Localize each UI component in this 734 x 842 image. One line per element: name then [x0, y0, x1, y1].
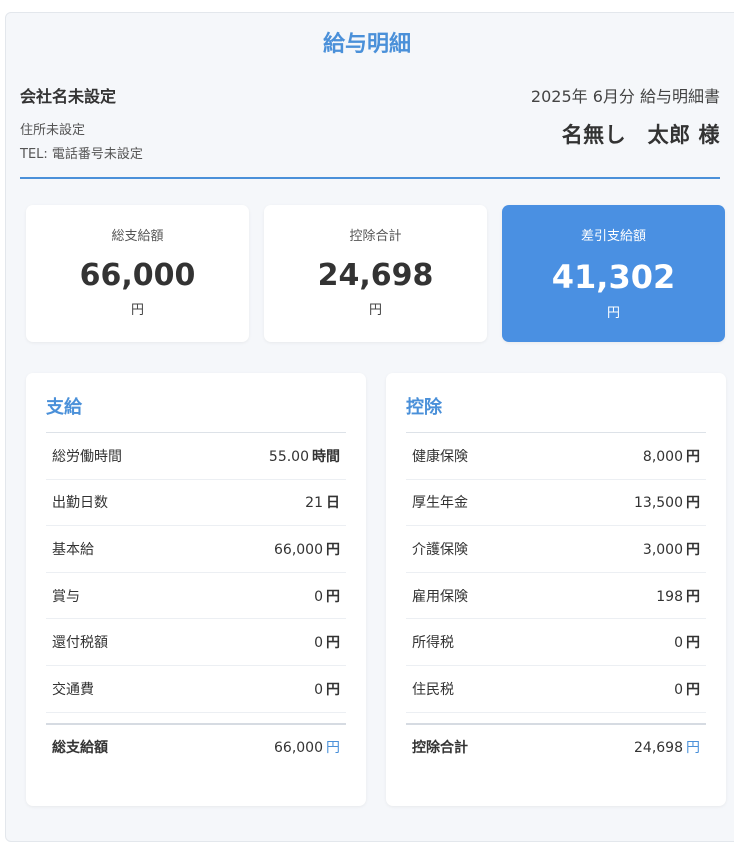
pay-period: 2025年 6月分 給与明細書 [530, 87, 720, 106]
summary-label: 控除合計 [349, 229, 402, 244]
deductions-heading: 控除 [406, 373, 706, 433]
summary-card-gross: 総支給額 66,000 円 [26, 205, 249, 342]
table-row: 交通費 0 円 [46, 666, 346, 713]
table-row: 健康保険 8,000 円 [406, 433, 706, 480]
row-label: 所得税 [412, 635, 454, 652]
row-label: 基本給 [52, 541, 94, 558]
table-row: 住民税 0 円 [406, 666, 706, 713]
row-unit: 円 [326, 541, 340, 558]
row-label: 住民税 [412, 681, 454, 698]
row-unit: 円 [686, 495, 700, 512]
row-label: 雇用保険 [412, 588, 468, 605]
row-value: 55.00 [268, 448, 309, 465]
total-unit: 円 [326, 739, 340, 756]
row-value: 0 [314, 588, 323, 605]
row-unit: 円 [686, 681, 700, 698]
summary-unit: 円 [368, 303, 382, 318]
row-unit: 時間 [312, 448, 340, 465]
row-unit: 円 [326, 588, 340, 605]
row-value: 0 [314, 681, 323, 698]
table-row: 厚生年金 13,500 円 [406, 480, 706, 527]
row-label: 出勤日数 [52, 495, 108, 512]
table-row: 所得税 0 円 [406, 619, 706, 666]
company-name: 会社名未設定 [20, 87, 117, 106]
table-row: 出勤日数 21 日 [46, 480, 346, 527]
employee-name: 名無し 太郎 様 [561, 123, 720, 147]
summary-label: 総支給額 [111, 229, 164, 244]
payslip-header-right: 2025年 6月分 給与明細書 名無し 太郎 様 [531, 83, 720, 149]
summary-value: 41,302 [551, 258, 676, 296]
row-label: 交通費 [52, 681, 94, 698]
row-label: 賞与 [52, 588, 80, 605]
row-unit: 円 [686, 448, 700, 465]
row-label: 介護保険 [412, 541, 468, 558]
row-unit: 円 [326, 681, 340, 698]
row-unit: 円 [326, 635, 340, 652]
table-row: 総労働時間 55.00 時間 [46, 433, 346, 480]
summary-card-net: 差引支給額 41,302 円 [502, 205, 725, 342]
company-tel: TEL: 電話番号未設定 [20, 147, 143, 162]
row-label: 総労働時間 [52, 448, 122, 465]
table-row: 還付税額 0 円 [46, 619, 346, 666]
row-label: 健康保険 [412, 448, 468, 465]
earnings-panel: 支給 総労働時間 55.00 時間 出勤日数 21 日 基本給 66,000 円 賞与 0 円 … [26, 373, 366, 806]
row-value: 0 [674, 681, 683, 698]
summary-value: 66,000 [79, 258, 196, 293]
earnings-heading: 支給 [46, 373, 346, 433]
company-info: 会社名未設定 住所未設定 TEL: 電話番号未設定 [20, 83, 143, 167]
row-value: 198 [656, 588, 683, 605]
summary-card-deductions: 控除合計 24,698 円 [264, 205, 487, 342]
table-row: 基本給 66,000 円 [46, 526, 346, 573]
row-value: 66,000 [274, 541, 323, 558]
total-value: 24,698 [634, 739, 683, 756]
summary-value: 24,698 [317, 258, 434, 293]
summary-unit: 円 [606, 306, 620, 321]
row-label: 還付税額 [52, 635, 108, 652]
row-unit: 円 [686, 588, 700, 605]
row-value: 0 [674, 635, 683, 652]
table-row: 賞与 0 円 [46, 573, 346, 620]
row-value: 3,000 [642, 541, 683, 558]
total-label: 控除合計 [412, 739, 468, 756]
earnings-total-row: 総支給額 66,000 円 [46, 722, 346, 769]
table-row: 雇用保険 198 円 [406, 573, 706, 620]
company-address: 住所未設定 [20, 123, 86, 138]
total-unit: 円 [686, 739, 700, 756]
deductions-total-row: 控除合計 24,698 円 [406, 722, 706, 769]
deductions-panel: 控除 健康保険 8,000 円 厚生年金 13,500 円 介護保険 3,000 円 雇用保… [386, 373, 726, 806]
table-row: 介護保険 3,000 円 [406, 526, 706, 573]
row-value: 0 [314, 635, 323, 652]
page-title: 給与明細 [322, 32, 411, 57]
summary-label: 差引支給額 [580, 229, 646, 244]
row-label: 厚生年金 [412, 495, 468, 512]
row-unit: 円 [686, 541, 700, 558]
row-unit: 日 [326, 495, 340, 512]
header-divider [20, 177, 720, 179]
row-value: 21 [305, 495, 323, 512]
total-label: 総支給額 [52, 739, 108, 756]
row-value: 8,000 [642, 448, 683, 465]
summary-unit: 円 [130, 303, 144, 318]
row-value: 13,500 [634, 495, 683, 512]
row-unit: 円 [686, 635, 700, 652]
total-value: 66,000 [274, 739, 323, 756]
